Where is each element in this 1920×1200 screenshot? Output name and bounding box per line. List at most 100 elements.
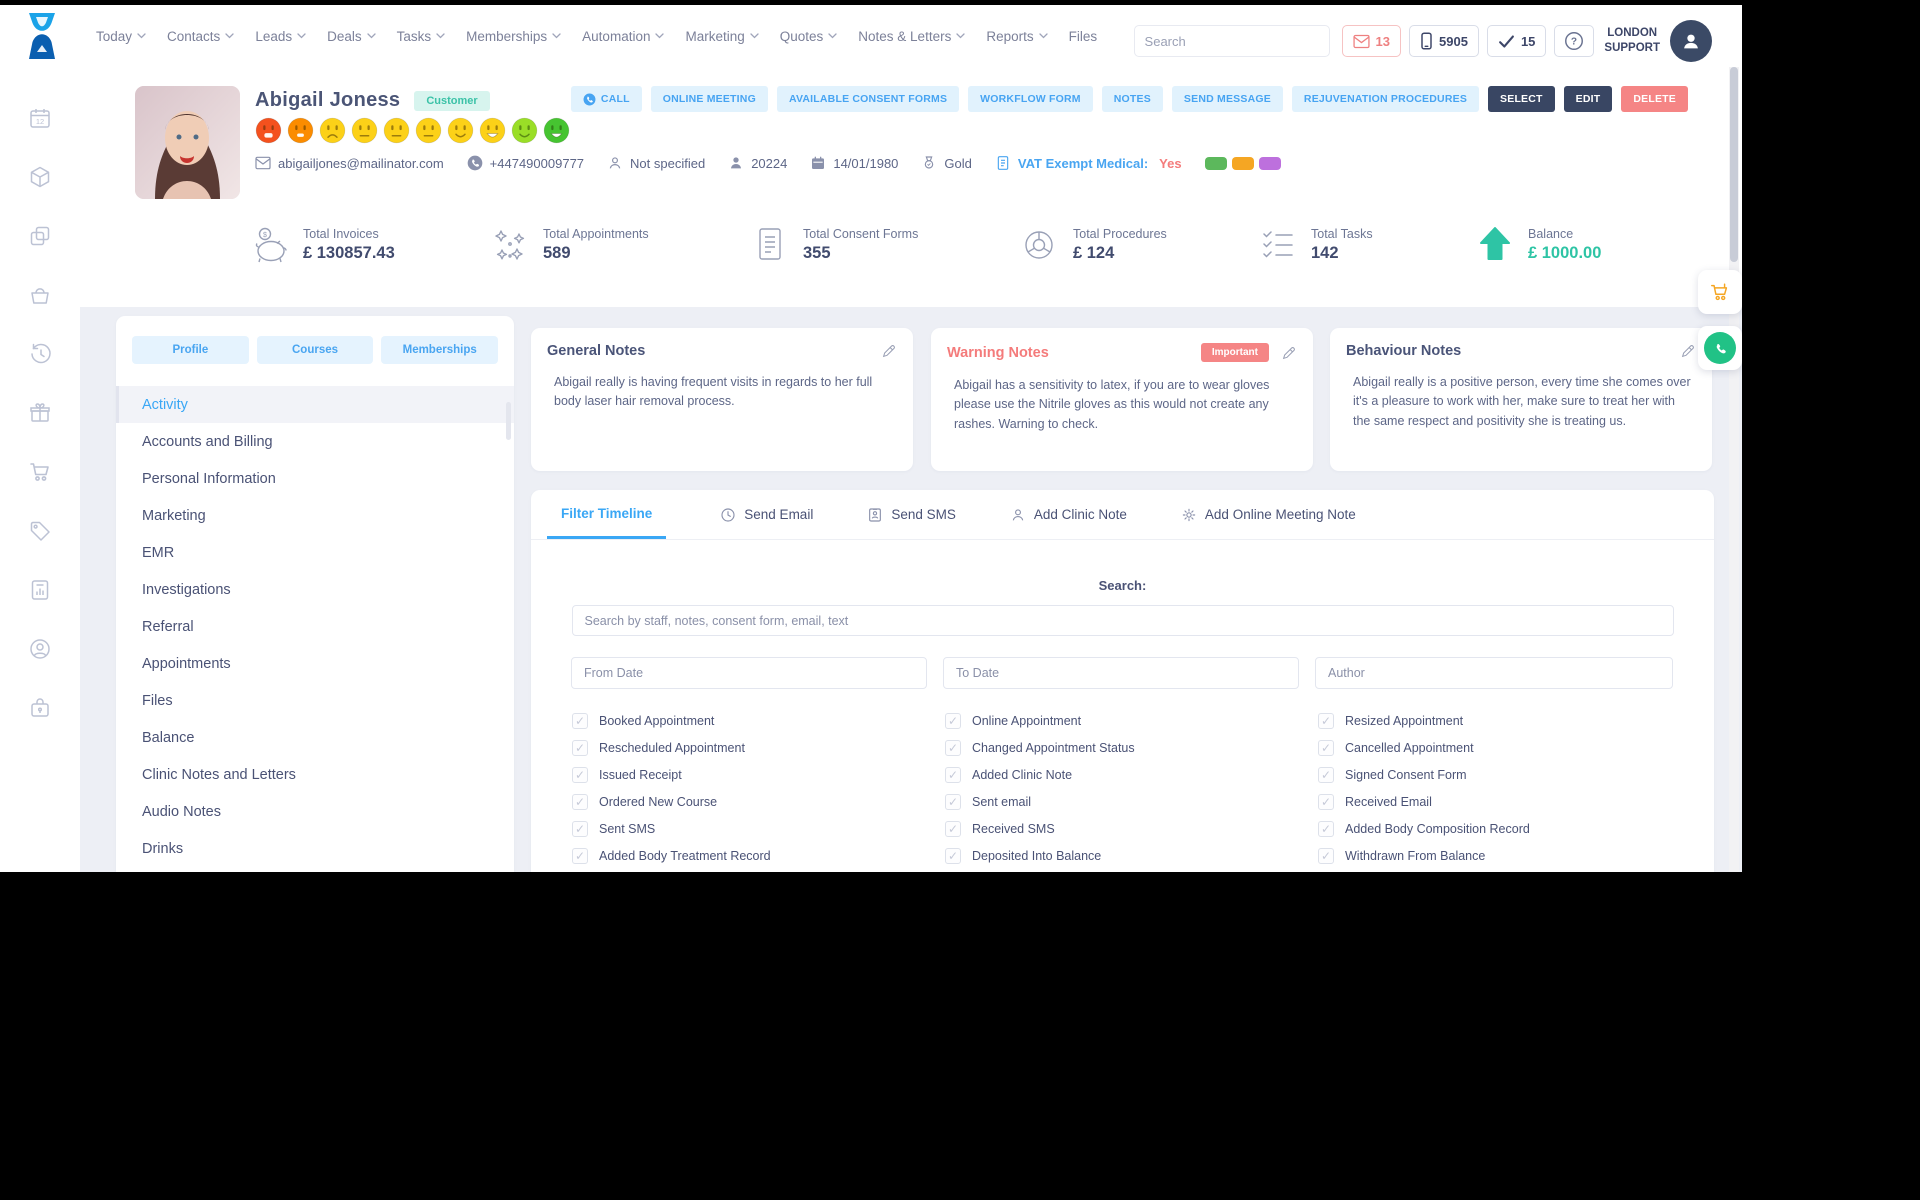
- tag-purple[interactable]: [1258, 156, 1281, 170]
- phone-badge[interactable]: 5905: [1409, 25, 1479, 57]
- edit-pencil-icon[interactable]: [881, 343, 897, 359]
- select-button[interactable]: SELECT: [1488, 86, 1555, 112]
- history-icon[interactable]: [27, 341, 53, 367]
- filter-received-sms[interactable]: Received SMS: [945, 821, 1318, 837]
- nav-tasks[interactable]: Tasks: [397, 29, 446, 44]
- nav-notes-letters[interactable]: Notes & Letters: [858, 29, 965, 44]
- help-button[interactable]: ?: [1554, 25, 1595, 57]
- filter-sent-sms[interactable]: Sent SMS: [572, 821, 945, 837]
- menu-item-emr[interactable]: EMR: [116, 534, 514, 571]
- nav-quotes[interactable]: Quotes: [780, 29, 838, 44]
- nav-deals[interactable]: Deals: [327, 29, 376, 44]
- tab-courses[interactable]: Courses: [256, 336, 374, 364]
- filter-added-body-composition-record[interactable]: Added Body Composition Record: [1318, 821, 1691, 837]
- app-logo[interactable]: [22, 10, 66, 62]
- rejuvenation-procedures-button[interactable]: REJUVENATION PROCEDURES: [1291, 86, 1480, 112]
- emoji-smile-icon[interactable]: [447, 117, 474, 144]
- emoji-happy-icon[interactable]: [511, 117, 538, 144]
- tasks-badge[interactable]: 15: [1486, 25, 1547, 57]
- nav-leads[interactable]: Leads: [255, 29, 306, 44]
- menu-item-drinks[interactable]: Drinks: [116, 830, 514, 867]
- menu-item-personal-information[interactable]: Personal Information: [116, 460, 514, 497]
- online-meeting-button[interactable]: ONLINE MEETING: [650, 86, 768, 112]
- filter-ordered-new-course[interactable]: Ordered New Course: [572, 794, 945, 810]
- emoji-neutral-icon[interactable]: [415, 117, 442, 144]
- filter-added-clinic-note[interactable]: Added Clinic Note: [945, 767, 1318, 783]
- filter-sent-email[interactable]: Sent email: [945, 794, 1318, 810]
- scrollbar-thumb[interactable]: [1730, 67, 1738, 262]
- from-date-input[interactable]: [571, 657, 927, 689]
- available-consent-forms-button[interactable]: AVAILABLE CONSENT FORMS: [776, 86, 960, 112]
- emoji-neutral-icon[interactable]: [383, 117, 410, 144]
- emoji-neutral-icon[interactable]: [351, 117, 378, 144]
- filter-deposited-into-balance[interactable]: Deposited Into Balance: [945, 848, 1318, 864]
- account-icon[interactable]: [27, 636, 53, 662]
- tag-orange[interactable]: [1231, 156, 1254, 170]
- edit-button[interactable]: EDIT: [1563, 86, 1613, 112]
- report-icon[interactable]: [27, 577, 53, 603]
- client-email[interactable]: abigailjones@mailinator.com: [255, 155, 444, 171]
- to-date-input[interactable]: [943, 657, 1299, 689]
- emoji-sad-icon[interactable]: [319, 117, 346, 144]
- tab-send-email[interactable]: Send Email: [720, 490, 813, 539]
- client-vat-status[interactable]: VAT Exempt Medical: Yes: [995, 155, 1182, 171]
- tag-icon[interactable]: [27, 518, 53, 544]
- timeline-search-input[interactable]: [571, 605, 1674, 636]
- filter-cancelled-appointment[interactable]: Cancelled Appointment: [1318, 740, 1691, 756]
- menu-item-accounts-and-billing[interactable]: Accounts and Billing: [116, 423, 514, 460]
- nav-files[interactable]: Files: [1069, 29, 1098, 44]
- package-icon[interactable]: [27, 164, 53, 190]
- tag-green[interactable]: [1204, 156, 1227, 170]
- menu-item-marketing[interactable]: Marketing: [116, 497, 514, 534]
- lock-icon[interactable]: [27, 695, 53, 721]
- user-avatar[interactable]: [1670, 20, 1712, 62]
- menu-item-clinic-notes-and-letters[interactable]: Clinic Notes and Letters: [116, 756, 514, 793]
- workflow-form-button[interactable]: WORKFLOW FORM: [968, 86, 1093, 112]
- edit-pencil-icon[interactable]: [1680, 343, 1696, 359]
- nav-memberships[interactable]: Memberships: [466, 29, 561, 44]
- filter-rescheduled-appointment[interactable]: Rescheduled Appointment: [572, 740, 945, 756]
- tab-add-clinic-note[interactable]: Add Clinic Note: [1010, 490, 1127, 539]
- menu-item-referral[interactable]: Referral: [116, 608, 514, 645]
- delete-button[interactable]: DELETE: [1621, 86, 1688, 112]
- nav-contacts[interactable]: Contacts: [167, 29, 234, 44]
- menu-item-files[interactable]: Files: [116, 682, 514, 719]
- menu-item-audio-notes[interactable]: Audio Notes: [116, 793, 514, 830]
- nav-today[interactable]: Today: [96, 29, 146, 44]
- cart-icon[interactable]: [27, 459, 53, 485]
- floating-call-button[interactable]: [1698, 326, 1742, 370]
- menu-item-balance[interactable]: Balance: [116, 719, 514, 756]
- emoji-delighted-icon[interactable]: [543, 117, 570, 144]
- floating-cart-button[interactable]: [1698, 270, 1742, 314]
- filter-withdrawn-from-balance[interactable]: Withdrawn From Balance: [1318, 848, 1691, 864]
- menu-item-appointments[interactable]: Appointments: [116, 645, 514, 682]
- nav-reports[interactable]: Reports: [986, 29, 1048, 44]
- call-button[interactable]: CALL: [570, 86, 642, 112]
- filter-resized-appointment[interactable]: Resized Appointment: [1318, 713, 1691, 729]
- tab-profile[interactable]: Profile: [132, 336, 249, 364]
- edit-pencil-icon[interactable]: [1281, 345, 1297, 361]
- notes-button[interactable]: NOTES: [1101, 86, 1163, 112]
- menu-item-activity[interactable]: Activity: [116, 386, 514, 423]
- filter-signed-consent-form[interactable]: Signed Consent Form: [1318, 767, 1691, 783]
- messages-badge[interactable]: 13: [1341, 25, 1402, 57]
- calendar-icon[interactable]: 12: [27, 105, 53, 131]
- menu-item-investigations[interactable]: Investigations: [116, 571, 514, 608]
- author-input[interactable]: [1315, 657, 1673, 689]
- client-phone[interactable]: +447490009777: [467, 155, 584, 171]
- client-photo[interactable]: [135, 86, 240, 199]
- filter-received-email[interactable]: Received Email: [1318, 794, 1691, 810]
- nav-automation[interactable]: Automation: [582, 29, 665, 44]
- gift-icon[interactable]: [27, 400, 53, 426]
- page-scrollbar[interactable]: [1729, 67, 1739, 872]
- search-input[interactable]: [1134, 33, 1329, 49]
- emoji-upset-icon[interactable]: [287, 117, 314, 144]
- emoji-angry-icon[interactable]: [255, 117, 282, 144]
- send-message-button[interactable]: SEND MESSAGE: [1171, 86, 1283, 112]
- tab-add-online-meeting-note[interactable]: Add Online Meeting Note: [1181, 490, 1356, 539]
- tab-filter-timeline[interactable]: Filter Timeline: [547, 490, 667, 539]
- filter-booked-appointment[interactable]: Booked Appointment: [572, 713, 945, 729]
- emoji-grin-icon[interactable]: [479, 117, 506, 144]
- filter-changed-appointment-status[interactable]: Changed Appointment Status: [945, 740, 1318, 756]
- filter-added-body-treatment-record[interactable]: Added Body Treatment Record: [572, 848, 945, 864]
